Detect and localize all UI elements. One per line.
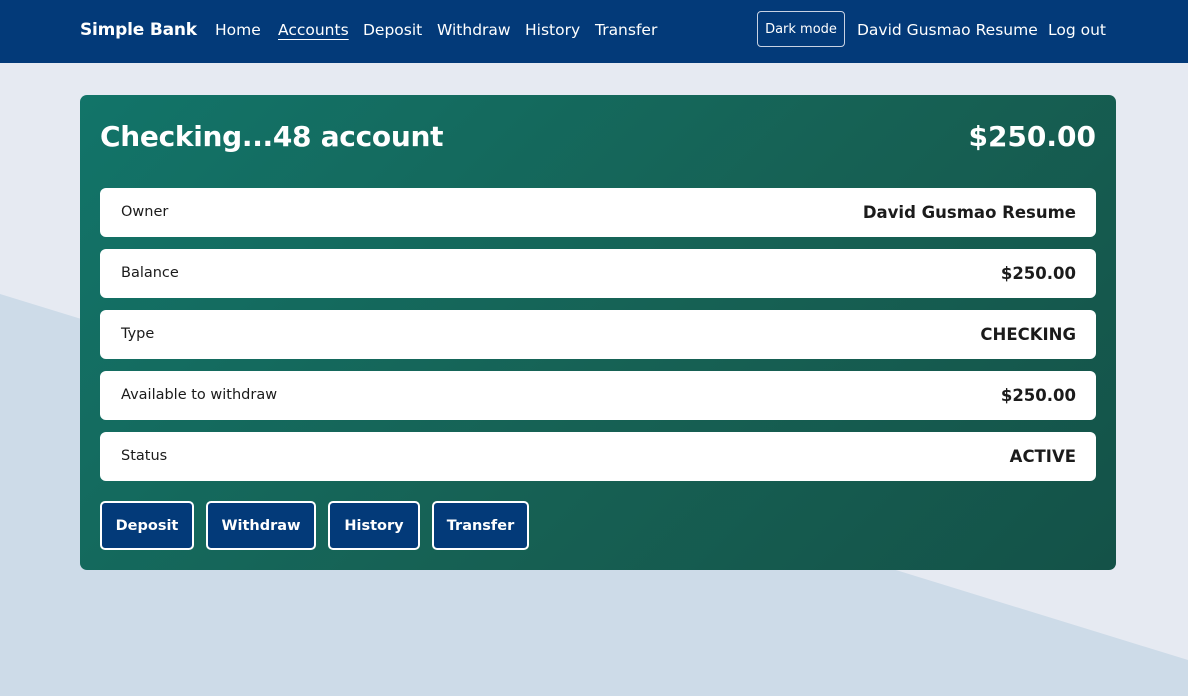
row-value: $250.00: [1000, 386, 1076, 405]
row-label: Available to withdraw: [121, 387, 278, 403]
detail-row-available: Available to withdraw $250.00: [100, 371, 1096, 420]
nav-link-transfer[interactable]: Transfer: [595, 21, 657, 39]
logout-link[interactable]: Log out: [1048, 21, 1106, 39]
account-card: Checking...48 account $250.00 Owner Davi…: [80, 95, 1116, 570]
row-label: Balance: [121, 265, 179, 281]
row-label: Owner: [121, 204, 169, 220]
nav-link-history[interactable]: History: [525, 21, 580, 39]
user-name: David Gusmao Resume: [857, 21, 1038, 39]
dark-mode-button[interactable]: Dark mode: [757, 11, 845, 47]
row-label: Type: [121, 326, 155, 342]
detail-row-balance: Balance $250.00: [100, 249, 1096, 298]
detail-row-status: Status ACTIVE: [100, 432, 1096, 481]
row-label: Status: [121, 448, 168, 464]
row-value: David Gusmao Resume: [862, 203, 1076, 222]
account-title: Checking...48 account: [100, 120, 444, 153]
account-balance-header: $250.00: [968, 120, 1096, 153]
detail-row-owner: Owner David Gusmao Resume: [100, 188, 1096, 237]
nav-link-home[interactable]: Home: [215, 21, 261, 39]
top-navbar: Simple Bank Home Accounts Deposit Withdr…: [0, 0, 1188, 63]
withdraw-button[interactable]: Withdraw: [206, 501, 316, 550]
history-button[interactable]: History: [328, 501, 420, 550]
row-value: ACTIVE: [1009, 447, 1076, 466]
transfer-button[interactable]: Transfer: [432, 501, 529, 550]
row-value: $250.00: [1000, 264, 1076, 283]
nav-link-accounts[interactable]: Accounts: [278, 21, 349, 39]
brand-logo[interactable]: Simple Bank: [80, 20, 197, 40]
deposit-button[interactable]: Deposit: [100, 501, 194, 550]
detail-row-type: Type CHECKING: [100, 310, 1096, 359]
nav-link-withdraw[interactable]: Withdraw: [437, 21, 511, 39]
nav-link-deposit[interactable]: Deposit: [363, 21, 422, 39]
row-value: CHECKING: [980, 325, 1076, 344]
